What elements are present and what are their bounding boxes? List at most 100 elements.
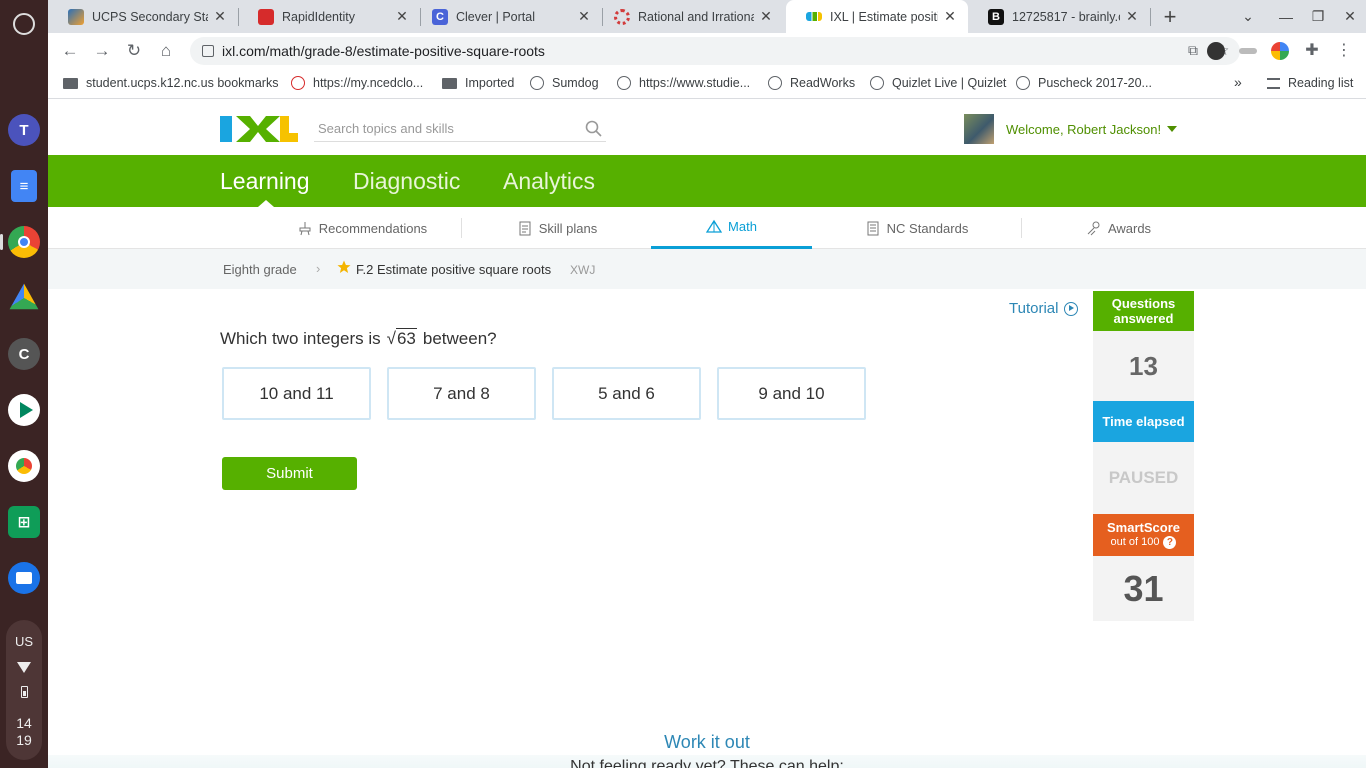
maximize-icon[interactable]: ❐ [1302,0,1334,33]
files-icon[interactable] [8,562,40,594]
docs-icon[interactable]: ≡ [11,170,37,202]
extensions-puzzle-icon[interactable]: ✚ [1303,42,1321,60]
bookmark-item[interactable]: Quizlet Live | Quizlet [870,76,1006,90]
bookmark-folder[interactable]: student.ucps.k12.nc.us bookmarks [63,76,278,90]
globe-icon [768,76,782,90]
tab-analytics[interactable]: Analytics [503,168,595,195]
user-menu[interactable]: Welcome, Robert Jackson! [964,114,1178,144]
extension-wing-icon[interactable] [1239,48,1257,54]
tab-ixl[interactable]: IXL | Estimate positive ✕ [786,0,968,33]
tab-rational[interactable]: Rational and Irrationa ✕ [594,0,784,33]
subtab-standards[interactable]: NC Standards [812,207,1021,249]
sheets-icon[interactable]: ⊞ [8,506,40,538]
bookmark-item[interactable]: Sumdog [530,76,599,90]
tab-brainly[interactable]: B 12725817 - brainly.co ✕ [968,0,1150,33]
subtab-recommendations[interactable]: Recommendations [262,207,462,249]
extension-lp-icon[interactable] [1207,42,1225,60]
browser-toolbar: ← → ↻ ⌂ ixl.com/math/grade-8/estimate-po… [48,33,1366,69]
search-icon[interactable] [585,120,602,137]
clever-icon[interactable]: C [8,338,40,370]
close-window-icon[interactable]: ✕ [1334,0,1366,33]
bookmark-item[interactable]: https://www.studie... [617,76,750,90]
close-tab-icon[interactable]: ✕ [212,8,228,25]
close-tab-icon[interactable]: ✕ [1124,8,1140,25]
system-tray[interactable]: US 14 19 [6,620,42,760]
address-bar[interactable]: ixl.com/math/grade-8/estimate-positive-s… [190,37,1240,65]
bookmark-item[interactable]: ReadWorks [768,76,855,90]
submit-button[interactable]: Submit [222,457,357,490]
loading-favicon [614,8,630,25]
launcher-icon[interactable] [13,13,35,35]
clipboard-icon [519,221,531,236]
reload-icon[interactable]: ↻ [120,37,148,65]
close-tab-icon[interactable]: ✕ [942,8,958,25]
menu-kebab-icon[interactable]: ⋮ [1335,42,1353,60]
tutorial-link[interactable]: Tutorial [1009,300,1079,317]
teams-icon[interactable]: T [8,114,40,146]
help-icon[interactable]: ? [1163,536,1177,549]
bookmark-label: Quizlet Live | Quizlet [892,76,1007,90]
chrome-icon[interactable] [8,226,40,258]
new-tab-icon[interactable]: + [1154,0,1186,33]
more-bookmarks-icon[interactable]: » [1234,74,1242,90]
subtab-math[interactable]: Math [651,207,812,249]
close-tab-icon[interactable]: ✕ [758,8,774,25]
bookmark-label: ReadWorks [790,76,856,90]
ixl-logo[interactable] [220,114,298,144]
close-tab-icon[interactable]: ✕ [394,8,410,25]
home-icon[interactable]: ⌂ [152,37,180,65]
answer-choice[interactable]: 9 and 10 [717,367,866,420]
chrome-remote-icon[interactable] [8,450,40,482]
back-arrow-icon[interactable]: ← [56,37,84,65]
bookmark-label: Sumdog [552,76,599,90]
subtab-label: Skill plans [538,220,598,236]
bookmark-item[interactable]: https://my.ncedclo... [291,76,423,90]
subtab-skill-plans[interactable]: Skill plans [462,207,652,249]
breadcrumb-grade[interactable]: Eighth grade [223,262,297,277]
url-text[interactable]: ixl.com/math/grade-8/estimate-positive-s… [222,43,545,59]
answer-choice[interactable]: 10 and 11 [222,367,371,420]
subtab-label: Awards [1107,220,1152,236]
extension-circle-icon[interactable] [1271,42,1289,60]
drive-icon[interactable] [9,283,39,310]
answer-choice[interactable]: 7 and 8 [387,367,536,420]
chevron-right-icon: › [316,261,321,276]
bookmark-label: https://www.studie... [639,76,751,90]
bookmark-item[interactable]: Puscheck 2017-20... [1016,76,1152,90]
bookmark-folder[interactable]: Imported [442,76,514,90]
search-input[interactable] [314,116,574,140]
questions-answered-header: Questions answered [1093,291,1194,331]
smartscore-sub-label: out of 100 [1110,536,1160,548]
breadcrumb-skill: F.2 Estimate positive square roots [356,262,552,277]
answer-choice[interactable]: 5 and 6 [552,367,701,420]
close-tab-icon[interactable]: ✕ [576,8,592,25]
subtab-awards[interactable]: Awards [1021,207,1216,249]
bookmark-label: Imported [465,76,515,90]
search-field[interactable] [314,116,606,142]
globe-icon [870,76,884,90]
star-icon[interactable] [337,260,351,274]
smartscore-sub: out of 100? [1093,535,1194,550]
folder-icon [442,77,457,89]
square-root: √ 63 [387,328,417,349]
ixl-favicon [806,12,822,21]
reading-list-button[interactable]: Reading list [1267,76,1353,90]
play-store-icon[interactable] [8,394,40,426]
tab-ucps[interactable]: UCPS Secondary Star ✕ [48,0,238,33]
bookmark-favicon [291,76,305,90]
tab-search-chevron-icon[interactable]: ⌄ [1232,0,1264,33]
minimize-icon[interactable]: — [1270,0,1302,33]
tab-rapididentity[interactable]: RapidIdentity ✕ [238,0,420,33]
bookmarks-bar: student.ucps.k12.nc.us bookmarks https:/… [48,69,1366,99]
awards-icon [1087,221,1100,236]
tab-diagnostic[interactable]: Diagnostic [353,168,460,195]
tab-clever[interactable]: C Clever | Portal ✕ [412,0,602,33]
translate-icon[interactable]: ⧉ [1184,42,1202,60]
globe-icon [1016,76,1030,90]
forward-arrow-icon[interactable]: → [88,37,116,65]
tab-learning[interactable]: Learning [220,168,310,195]
clever-favicon: C [432,8,448,25]
globe-icon [617,76,631,90]
brainly-favicon: B [988,8,1004,25]
recommendations-icon [299,222,311,236]
